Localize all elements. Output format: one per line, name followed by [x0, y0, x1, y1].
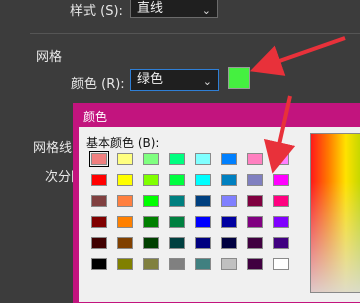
annotation-arrows — [249, 36, 346, 174]
arrow-to-color-cell — [263, 95, 296, 174]
arrow-to-swatch — [249, 36, 346, 76]
